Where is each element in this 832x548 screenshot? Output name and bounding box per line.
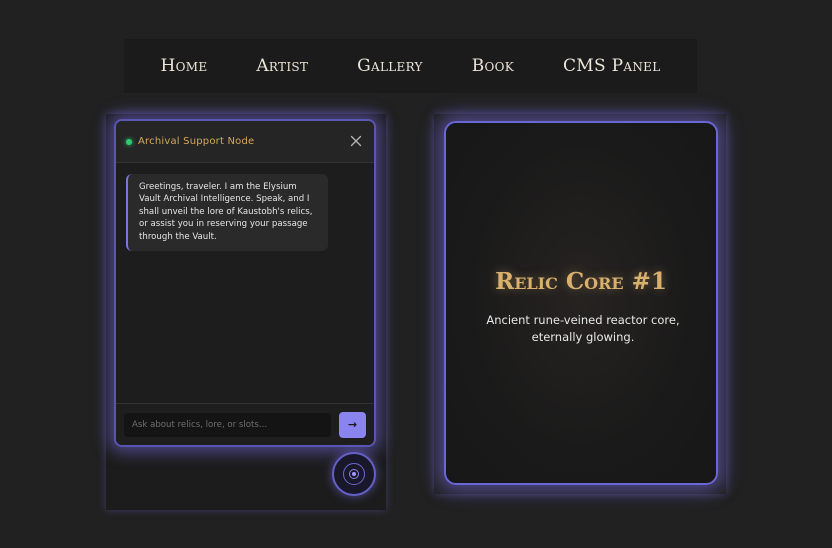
chat-window: Archival Support Node Greetings, travele… bbox=[114, 119, 376, 447]
relic-card-title: Relic Core #1 bbox=[495, 268, 667, 295]
main-nav: Home Artist Gallery Book CMS Panel bbox=[124, 39, 697, 93]
online-status-icon bbox=[126, 138, 132, 145]
chat-input[interactable] bbox=[123, 411, 332, 438]
chat-zone: Archival Support Node Greetings, travele… bbox=[106, 114, 386, 510]
orb-inner-ring bbox=[349, 469, 359, 479]
bot-message: Greetings, traveler. I am the Elysium Va… bbox=[126, 174, 328, 252]
nav-home[interactable]: Home bbox=[160, 56, 207, 76]
chat-launcher-orb-icon[interactable] bbox=[332, 452, 376, 496]
chat-title: Archival Support Node bbox=[138, 136, 255, 147]
nav-cms-panel[interactable]: CMS Panel bbox=[563, 56, 661, 76]
relic-card-zone: Relic Core #1 Ancient rune-veined reacto… bbox=[434, 114, 726, 494]
orb-outer-ring bbox=[343, 463, 365, 485]
page: Home Artist Gallery Book CMS Panel Archi… bbox=[0, 0, 832, 548]
relic-card-description: Ancient rune-veined reactor core, eterna… bbox=[486, 313, 680, 344]
close-icon-svg bbox=[350, 135, 362, 146]
nav-artist[interactable]: Artist bbox=[256, 56, 308, 76]
chat-header: Archival Support Node bbox=[116, 121, 374, 163]
orb-core bbox=[352, 472, 356, 476]
chat-messages: Greetings, traveler. I am the Elysium Va… bbox=[116, 163, 374, 409]
relic-card[interactable]: Relic Core #1 Ancient rune-veined reacto… bbox=[444, 121, 718, 485]
nav-book[interactable]: Book bbox=[472, 56, 514, 76]
nav-gallery[interactable]: Gallery bbox=[357, 56, 423, 76]
close-icon[interactable] bbox=[348, 132, 364, 152]
chat-input-bar: → bbox=[116, 403, 374, 445]
send-button[interactable]: → bbox=[339, 411, 366, 438]
